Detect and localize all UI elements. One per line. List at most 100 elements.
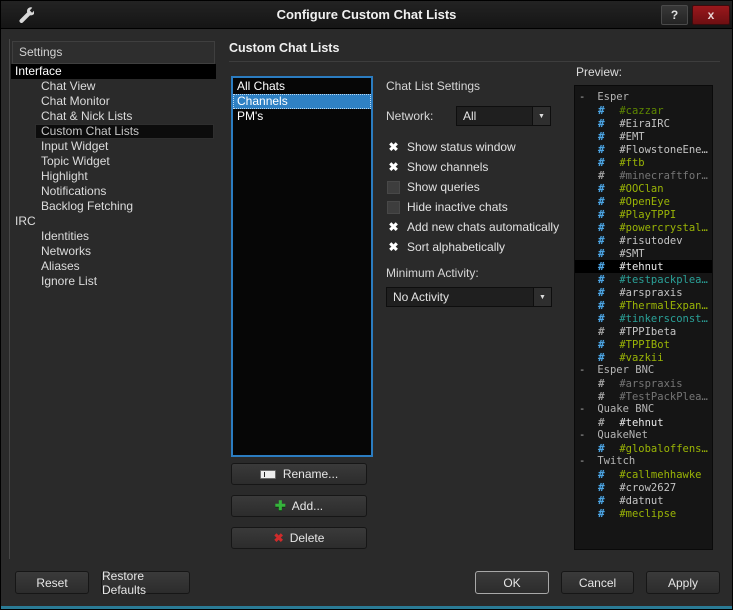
checkbox-label: Show channels [407,160,489,174]
checkbox[interactable]: ✖ [386,240,401,254]
chat-list-item[interactable]: All Chats [233,79,371,94]
sidebar-item[interactable]: Backlog Fetching [11,199,216,214]
preview-tree-row[interactable]: - # Esper BNC [575,364,712,377]
preview-tree-row[interactable]: - # #powercrystal… [575,221,712,234]
ok-button[interactable]: OK [475,571,549,594]
preview-tree-row[interactable]: - # #FlowstoneEne… [575,143,712,156]
chat-list-item[interactable]: Channels [233,94,371,109]
preview-tree-row[interactable]: - # #testpackplea… [575,273,712,286]
titlebar[interactable]: Configure Custom Chat Lists ? x [1,1,732,29]
chat-list-box[interactable]: All Chats Channels PM's [231,76,373,457]
sidebar-item-label: Ignore List [41,274,98,288]
sidebar-item[interactable]: Interface [11,64,216,79]
checkbox[interactable]: ✖ [387,180,400,194]
reset-button[interactable]: Reset [15,571,89,594]
channel-hash-icon: # [598,195,605,208]
preview-tree-row[interactable]: - # #tehnut [575,416,712,429]
channel-hash-icon: # [598,442,605,455]
collapse-icon[interactable]: - [579,364,589,377]
preview-tree-row[interactable]: - # Esper [575,91,712,104]
preview-item-label: #EMT [619,131,645,143]
preview-tree-row[interactable]: - # #TestPackPlea… [575,390,712,403]
sidebar-item[interactable]: IRC [11,214,216,229]
preview-tree-row[interactable]: - # #ftb [575,156,712,169]
close-button[interactable]: x [692,5,730,25]
preview-tree-row[interactable]: - # #arspraxis [575,377,712,390]
collapse-icon[interactable]: - [579,455,589,468]
apply-button[interactable]: Apply [646,571,720,594]
minimum-activity-select[interactable]: No Activity ▼ [386,287,552,307]
add-button-label: Add... [291,499,324,513]
preview-tree-row[interactable]: - # #minecraftfor… [575,169,712,182]
network-select[interactable]: All ▼ [456,106,551,126]
preview-item-label: #meclipse [619,508,677,520]
checkbox[interactable]: ✖ [386,160,401,174]
channel-hash-icon: # [598,221,605,234]
checkbox-row[interactable]: ✖ Show status window [386,137,566,157]
preview-tree-row[interactable]: - # #tehnut [575,260,712,273]
delete-button[interactable]: ✖ Delete [231,527,367,549]
preview-item-label: Quake BNC [597,403,655,415]
preview-tree-row[interactable]: - # #TPPIbeta [575,325,712,338]
rename-button[interactable]: Rename... [231,463,367,485]
network-select-value: All [463,109,477,123]
preview-tree-row[interactable]: - # #meclipse [575,507,712,520]
checkbox[interactable]: ✖ [386,220,401,234]
preview-tree-row[interactable]: - # #arspraxis [575,286,712,299]
preview-tree-row[interactable]: - # Quake BNC [575,403,712,416]
checkbox-row[interactable]: ✖ Show channels [386,157,566,177]
sidebar-item[interactable]: Ignore List [11,274,216,289]
preview-item-label: #OOClan [619,183,664,195]
preview-tree-row[interactable]: - # #globaloffens… [575,442,712,455]
checkbox-row[interactable]: ✖ Add new chats automatically [386,217,566,237]
preview-tree-row[interactable]: - # #EMT [575,130,712,143]
preview-tree-row[interactable]: - # #crow2627 [575,481,712,494]
restore-defaults-button[interactable]: Restore Defaults [101,569,190,597]
checkbox[interactable]: ✖ [386,140,401,154]
preview-tree-row[interactable]: - # #PlayTPPI [575,208,712,221]
help-button[interactable]: ? [661,5,688,25]
sidebar-item[interactable]: Input Widget [11,139,216,154]
preview-tree-row[interactable]: - # #EiraIRC [575,117,712,130]
checkbox-row[interactable]: ✖ Show queries [386,177,566,197]
preview-tree-row[interactable]: - # #OOClan [575,182,712,195]
checkbox-row[interactable]: ✖ Sort alphabetically [386,237,566,257]
sidebar-item[interactable]: Networks [11,244,216,259]
sidebar-item-label: Chat View [41,79,96,93]
sidebar-item[interactable]: Aliases [11,259,216,274]
preview-tree-row[interactable]: - # QuakeNet [575,429,712,442]
preview-tree-row[interactable]: - # #vazkii [575,351,712,364]
preview-item-label: #testpackplea… [619,274,708,286]
sidebar-item[interactable]: Topic Widget [11,154,216,169]
preview-tree-row[interactable]: - # #tinkersconst… [575,312,712,325]
settings-tree-header: Settings [12,41,215,64]
collapse-icon[interactable]: - [579,429,589,442]
preview-item-label: #globaloffens… [619,443,708,455]
checkbox-label: Add new chats automatically [407,220,560,234]
preview-tree-row[interactable]: - # #cazzar [575,104,712,117]
preview-tree-row[interactable]: - # #OpenEye [575,195,712,208]
sidebar-item[interactable]: Identities [11,229,216,244]
checkbox[interactable]: ✖ [387,200,400,214]
preview-tree-row[interactable]: - # #TPPIBot [575,338,712,351]
sidebar-item[interactable]: Chat & Nick Lists [11,109,216,124]
minimum-activity-select-arrow-button[interactable]: ▼ [533,288,551,306]
preview-tree-row[interactable]: - # #ThermalExpan… [575,299,712,312]
preview-tree-row[interactable]: - # #SMT [575,247,712,260]
add-button[interactable]: ✚ Add... [231,495,367,517]
preview-tree-row[interactable]: - # #callmehhawke [575,468,712,481]
collapse-icon[interactable]: - [579,91,589,104]
sidebar-item[interactable]: Chat Monitor [11,94,216,109]
preview-tree-row[interactable]: - # #risutodev [575,234,712,247]
network-select-arrow-button[interactable]: ▼ [532,107,550,125]
chat-list-item[interactable]: PM's [233,109,371,124]
sidebar-item[interactable]: Highlight [11,169,216,184]
sidebar-item[interactable]: Notifications [11,184,216,199]
sidebar-item[interactable]: Chat View [11,79,216,94]
collapse-icon[interactable]: - [579,403,589,416]
cancel-button[interactable]: Cancel [561,571,634,594]
sidebar-item[interactable]: Custom Chat Lists [11,124,216,139]
preview-tree-row[interactable]: - # Twitch [575,455,712,468]
preview-tree-row[interactable]: - # #datnut [575,494,712,507]
checkbox-row[interactable]: ✖ Hide inactive chats [386,197,566,217]
